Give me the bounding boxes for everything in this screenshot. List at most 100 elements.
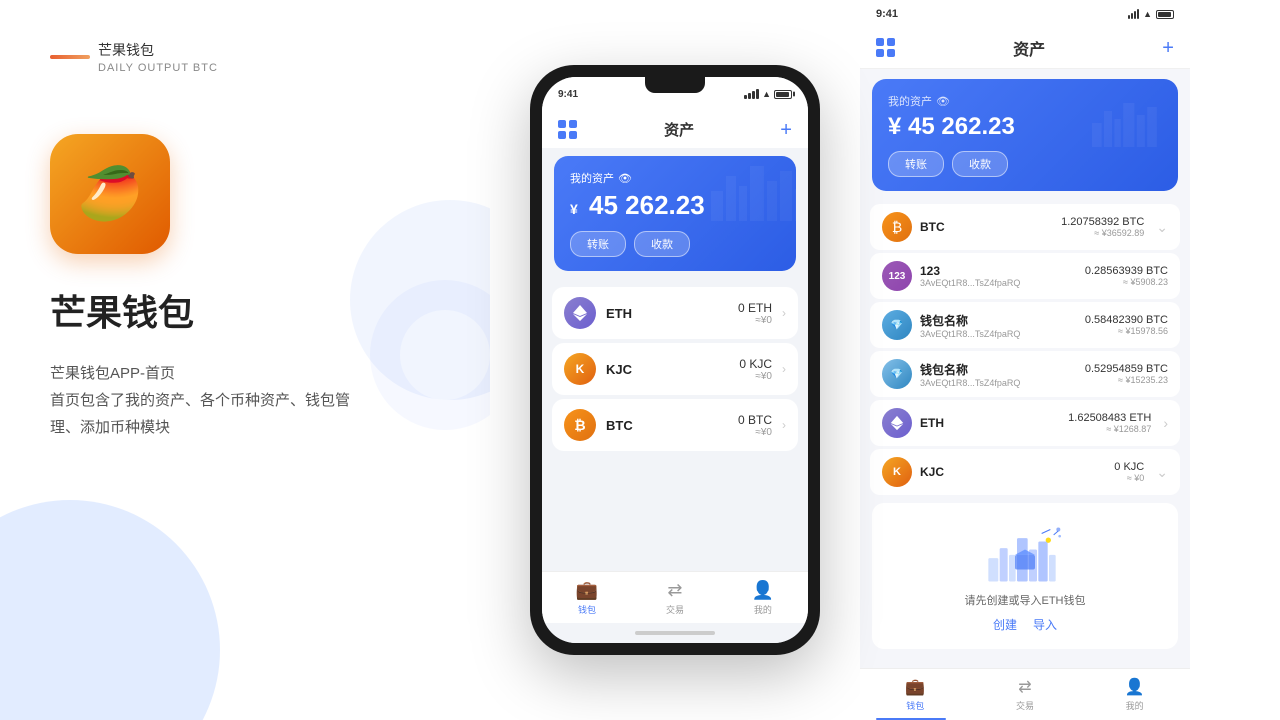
kjc-logo: K [564,353,596,385]
coin-item-eth[interactable]: ETH 0 ETH ≈¥0 › [552,287,798,339]
kjc-chevron-down-icon: ⌄ [1156,464,1168,481]
app-icon: 🥭 [50,134,170,254]
right-wallet2-logo: 💎 [882,359,912,389]
right-nav-tx-label: 交易 [1016,699,1034,712]
right-wallet2-amount: 0.52954859 BTC ≈ ¥15235.23 [1085,363,1168,385]
right-status-time: 9:41 [876,8,898,20]
btc-amount: 0 BTC ≈¥0 [738,413,772,438]
coin-item-kjc[interactable]: K KJC 0 KJC ≈¥0 › [552,343,798,395]
right-coin-btc[interactable]: ₿ BTC 1.20758392 BTC ≈ ¥36592.89 ⌄ [870,204,1180,250]
right-wallet2-info: 钱包名称 3AvEQt1R8...TsZ4fpaRQ [920,361,1077,388]
right-wallet1-amount: 0.58482390 BTC ≈ ¥15978.56 [1085,314,1168,336]
right-panel: 9:41 ▲ 资产 + 我的资产 👁 [860,0,1190,720]
right-coin-kjc[interactable]: K KJC 0 KJC ≈ ¥0 ⌄ [870,449,1180,495]
right-status-icons: ▲ [1128,9,1174,19]
phone-header-title: 资产 [664,119,694,140]
eth-chevron-right-icon: › [1163,415,1168,431]
status-icons: ▲ [744,89,792,99]
nav-wallet-label: 钱包 [578,603,596,616]
right-asset-card: 我的资产 👁 ¥ 45 262.23 转账 收款 [872,79,1178,191]
phone-notch [645,77,705,93]
right-profile-nav-icon: 👤 [1125,677,1145,697]
right-wallet1-info: 钱包名称 3AvEQt1R8...TsZ4fpaRQ [920,312,1077,339]
right-nav-profile[interactable]: 👤 我的 [1125,677,1145,712]
battery-icon [774,90,792,99]
brand-bar: 芒果钱包 DAILY OUTPUT BTC [50,40,440,74]
nav-profile-label: 我的 [754,603,772,616]
nav-tx-label: 交易 [666,603,684,616]
right-123-info: 123 3AvEQt1R8...TsZ4fpaRQ [920,264,1077,288]
eth-logo [564,297,596,329]
right-nav-wallet[interactable]: 💼 钱包 [905,677,925,712]
eth-wallet-links: 创建 导入 [993,616,1057,633]
transfer-button[interactable]: 转账 [570,231,626,257]
nav-transactions[interactable]: ⇄ 交易 [666,580,684,616]
right-bottom-nav: 💼 钱包 ⇄ 交易 👤 我的 [860,668,1190,720]
phone-app-header: 资产 + [542,111,808,148]
right-status-bar: 9:41 ▲ [860,0,1190,28]
right-kjc-amount: 0 KJC ≈ ¥0 [1114,461,1144,483]
status-time: 9:41 [558,89,578,100]
eth-wallet-text: 请先创建或导入ETH钱包 [965,592,1086,608]
app-icon-glyph: 🥭 [78,168,143,220]
home-indicator [542,623,808,643]
right-nav-profile-label: 我的 [1126,699,1144,712]
right-btc-amount: 1.20758392 BTC ≈ ¥36592.89 [1061,216,1144,238]
eth-wallet-illustration [985,519,1065,584]
transaction-nav-icon: ⇄ [667,580,682,601]
right-btc-logo: ₿ [882,212,912,242]
right-coin-list: ₿ BTC 1.20758392 BTC ≈ ¥36592.89 ⌄ 123 1… [860,197,1190,668]
wallet-nav-icon: 💼 [576,580,598,601]
chevron-right-icon: › [782,418,786,432]
eth-create-link[interactable]: 创建 [993,616,1017,633]
asset-card: 我的资产 👁 ¥ 45 262.23 转账 收款 [554,156,796,271]
right-receive-button[interactable]: 收款 [952,151,1008,177]
nav-wallet[interactable]: 💼 钱包 [576,580,598,616]
eth-amount: 0 ETH ≈¥0 [738,301,772,326]
card-bg-illustration [706,156,796,226]
card-buttons: 转账 收款 [570,231,780,257]
right-add-button[interactable]: + [1162,38,1174,58]
profile-nav-icon: 👤 [752,580,774,601]
wifi-icon: ▲ [762,89,771,99]
right-123-amount: 0.28563939 BTC ≈ ¥5908.23 [1085,265,1168,287]
btc-info: BTC [606,418,728,433]
right-eth-logo [882,408,912,438]
right-nav-tx[interactable]: ⇄ 交易 [1016,677,1034,712]
right-coin-eth[interactable]: ETH 1.62508483 ETH ≈ ¥1268.87 › [870,400,1180,446]
right-nav-wallet-label: 钱包 [906,699,924,712]
right-kjc-info: KJC [920,465,1106,479]
right-coin-wallet1[interactable]: 💎 钱包名称 3AvEQt1R8...TsZ4fpaRQ 0.58482390 … [870,302,1180,348]
right-123-logo: 123 [882,261,912,291]
grid-icon[interactable] [558,120,578,140]
receive-button[interactable]: 收款 [634,231,690,257]
left-panel: 芒果钱包 DAILY OUTPUT BTC 🥭 芒果钱包 芒果钱包APP-首页 … [0,0,490,720]
chevron-right-icon: › [782,362,786,376]
right-eye-icon[interactable]: 👁 [936,95,950,108]
right-card-illustration [1088,89,1168,149]
kjc-amount: 0 KJC ≈¥0 [739,357,772,382]
right-grid-icon[interactable] [876,38,896,58]
right-wifi-icon: ▲ [1143,9,1152,19]
right-transfer-button[interactable]: 转账 [888,151,944,177]
add-button[interactable]: + [780,120,792,140]
brand-name-small: 芒果钱包 [98,40,218,60]
right-tx-nav-icon: ⇄ [1018,677,1031,697]
right-coin-123[interactable]: 123 123 3AvEQt1R8...TsZ4fpaRQ 0.28563939… [870,253,1180,299]
chevron-down-icon: ⌄ [1156,219,1168,236]
right-card-buttons: 转账 收款 [888,151,1162,177]
home-bar [635,631,715,635]
right-kjc-logo: K [882,457,912,487]
nav-profile[interactable]: 👤 我的 [752,580,774,616]
phone-bottom-nav: 💼 钱包 ⇄ 交易 👤 我的 [542,571,808,623]
eth-import-link[interactable]: 导入 [1033,616,1057,633]
eth-wallet-box: 请先创建或导入ETH钱包 创建 导入 [872,503,1178,649]
chevron-right-icon: › [782,306,786,320]
phone-screen: 9:41 ▲ [542,77,808,643]
coin-item-btc[interactable]: ₿ BTC 0 BTC ≈¥0 › [552,399,798,451]
right-coin-wallet2[interactable]: 💎 钱包名称 3AvEQt1R8...TsZ4fpaRQ 0.52954859 … [870,351,1180,397]
right-eth-info: ETH [920,416,1060,430]
right-btc-info: BTC [920,220,1053,234]
eth-info: ETH [606,306,728,321]
eye-icon[interactable]: 👁 [618,172,632,185]
